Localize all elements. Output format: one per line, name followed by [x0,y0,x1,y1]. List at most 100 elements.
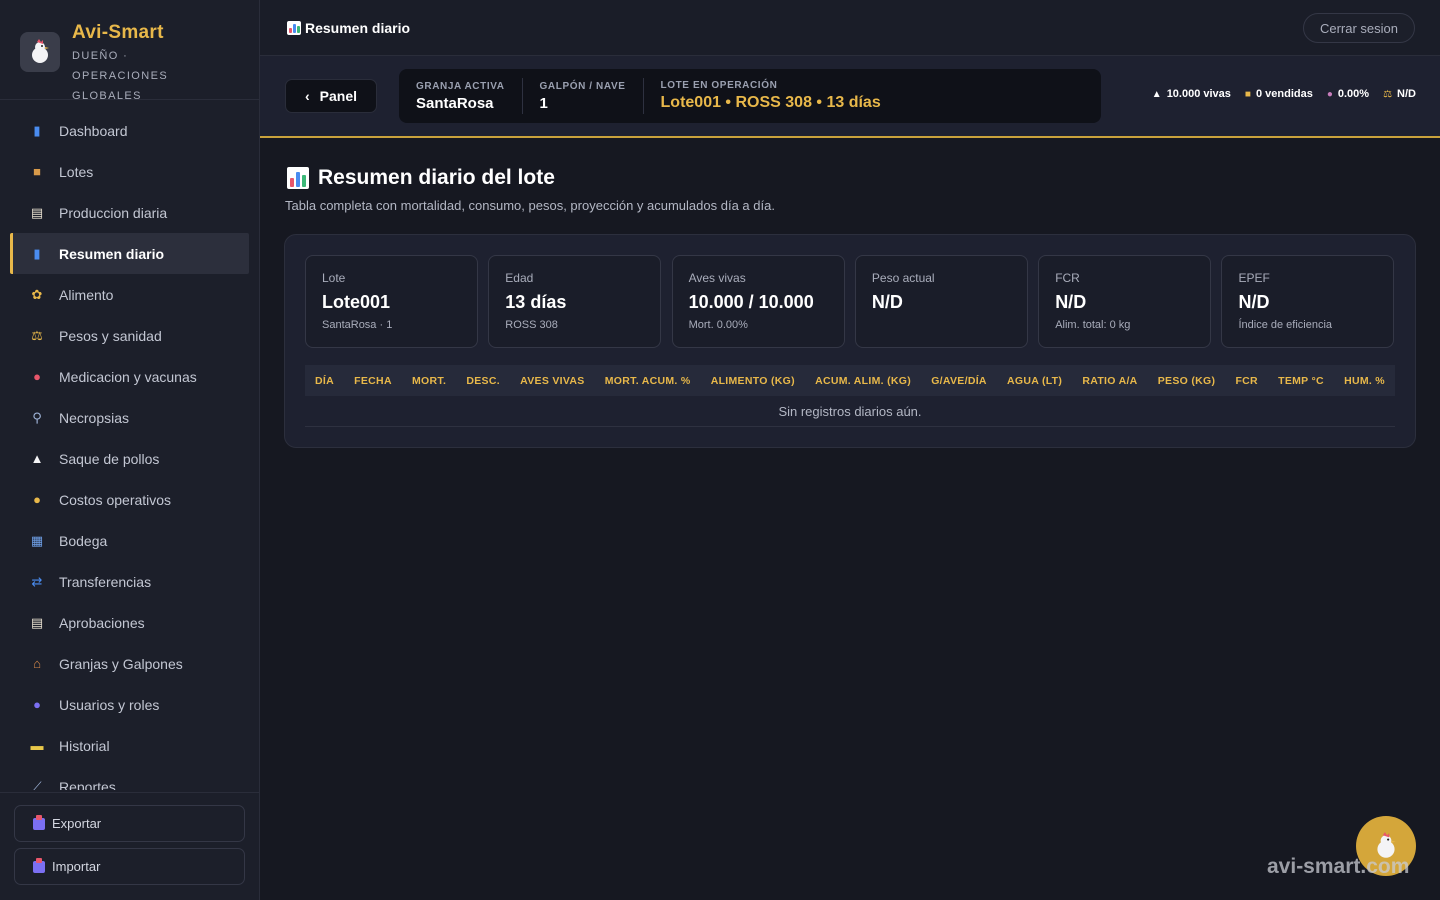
column-header[interactable]: MORT. [412,375,446,387]
sidebar-item-label: Necropsias [59,409,130,426]
kpi-card-fcr: FCR N/D Alim. total: 0 kg [1038,255,1212,348]
sidebar-item-bodega[interactable]: ▦ Bodega [10,520,249,561]
box-icon: ■ [33,164,41,179]
sidebar-item-label: Bodega [59,532,108,549]
kpi-card-epef: EPEF N/D Índice de eficiencia [1221,255,1395,348]
sidebar-item-lotes[interactable]: ■ Lotes [10,151,249,192]
sidebar-item-produccion-diaria[interactable]: ▤ Produccion diaria [10,192,249,233]
sidebar-item-resumen-diario[interactable]: ▮ Resumen diario [10,233,249,274]
clipboard-icon: ▤ [30,204,44,220]
panel-back-button[interactable]: ‹ Panel [285,79,377,113]
line-chart-icon: ⟋ [32,778,42,791]
import-label: Importar [52,859,101,874]
sidebar-item-granjas-y-galpones[interactable]: ⌂ Granjas y Galpones [10,643,249,684]
sidebar-item-pesos-y-sanidad[interactable]: ⚖ Pesos y sanidad [10,315,249,356]
sidebar-item-aprobaciones[interactable]: ▤ Aprobaciones [10,602,249,643]
sidebar-item-label: Historial [59,737,110,754]
sidebar: Avi-Smart DUEÑO · OPERACIONES GLOBALES ▮… [0,0,260,900]
column-header[interactable]: AVES VIVAS [520,375,584,387]
sidebar-item-usuarios-y-roles[interactable]: ● Usuarios y roles [10,684,249,725]
column-header[interactable]: HUM. % [1344,375,1385,387]
sidebar-item-label: Resumen diario [59,245,165,262]
column-header[interactable]: MORT. ACUM. % [605,375,691,387]
kpi-value: N/D [871,292,903,312]
kpi-label: EPEF [1238,271,1270,285]
sidebar-item-transferencias[interactable]: ⇄ Transferencias [10,561,249,602]
column-header[interactable]: DÍA [315,375,334,387]
column-header[interactable]: DESC. [466,375,500,387]
sidebar-item-reportes[interactable]: ⟋ Reportes [10,766,249,791]
money-bag-icon: ● [33,492,41,507]
topbar: Resumen diario Cerrar sesion [260,0,1440,56]
pill-icon: ● [33,369,41,384]
active-context-card: GRANJA ACTIVA SantaRosa GALPÓN / NAVE 1 … [399,69,1101,123]
sidebar-item-label: Reportes [59,778,116,791]
active-shed: GALPÓN / NAVE 1 [523,78,644,114]
sidebar-item-medicacion-y-vacunas[interactable]: ● Medicacion y vacunas [10,356,249,397]
sidebar-item-label: Lotes [59,163,94,180]
active-farm: GRANJA ACTIVA SantaRosa [399,78,523,114]
folder-icon: ▬ [30,738,44,753]
sidebar-item-label: Produccion diaria [59,204,168,221]
column-header[interactable]: FCR [1235,375,1257,387]
column-header[interactable]: G/AVE/DÍA [931,375,987,387]
shed-value: 1 [539,94,548,112]
stat-weight: ⚖ N/D [1383,88,1416,100]
topbar-title: Resumen diario [287,20,410,36]
feather-icon: ● [1326,88,1333,100]
kpi-sub: SantaRosa · 1 [322,319,393,331]
sidebar-item-label: Pesos y sanidad [59,327,162,344]
column-header[interactable]: ACUM. ALIM. (KG) [815,375,911,387]
truck-icon: ■ [1244,88,1251,100]
kpi-sub: Alim. total: 0 kg [1055,319,1131,331]
kpi-value: 10.000 / 10.000 [688,292,814,312]
column-header[interactable]: AGUA (LT) [1007,375,1062,387]
logout-button[interactable]: Cerrar sesion [1302,13,1415,43]
sidebar-item-dashboard[interactable]: ▮ Dashboard [10,110,249,151]
sidebar-item-label: Dashboard [59,122,128,139]
brand-name: Avi-Smart [72,22,164,43]
column-header[interactable]: RATIO A/A [1082,375,1137,387]
kpi-value: N/D [1238,292,1270,312]
transfer-icon: ⇄ [31,573,43,589]
sidebar-item-label: Transferencias [59,573,152,590]
scale-icon: ⚖ [1383,88,1393,100]
active-lot: LOTE EN OPERACIÓN Lote001 • ROSS 308 • 1… [644,78,898,114]
watermark: avi-smart.com [1267,855,1410,878]
column-header[interactable]: ALIMENTO (KG) [711,375,795,387]
microscope-icon: ⚲ [32,409,42,425]
page-subtitle: Tabla completa con mortalidad, consumo, … [285,198,775,213]
corn-icon: ✿ [31,286,43,302]
bar-chart-icon [287,20,301,35]
sidebar-item-label: Granjas y Galpones [59,655,183,672]
kpi-sub: Índice de eficiencia [1238,319,1333,331]
column-header[interactable]: FECHA [354,375,392,387]
kpi-value: Lote001 [322,292,391,312]
sidebar-item-label: Saque de pollos [59,450,160,467]
stat-mortality: ● 0.00% [1327,88,1369,100]
stat-weight-value: N/D [1397,88,1416,100]
column-header[interactable]: PESO (KG) [1158,375,1216,387]
column-header[interactable]: TEMP °C [1278,375,1324,387]
stat-alive-value: 10.000 vivas [1166,88,1231,100]
chicken-icon: ▲ [1151,88,1162,100]
export-button[interactable]: Exportar [14,805,245,842]
sidebar-item-necropsias[interactable]: ⚲ Necropsias [10,397,249,438]
brand: Avi-Smart DUEÑO · OPERACIONES GLOBALES [0,0,259,102]
sidebar-item-historial[interactable]: ▬ Historial [10,725,249,766]
import-button[interactable]: Importar [14,848,245,885]
lot-value: Lote001 • ROSS 308 • 13 días [660,94,881,111]
scale-icon: ⚖ [31,327,43,343]
kpi-row: Lote Lote001 SantaRosa · 1 Edad 13 días ROSS … [305,255,1395,348]
sidebar-item-alimento[interactable]: ✿ Alimento [10,274,249,315]
chicken-logo-icon [20,32,60,72]
lot-stats: ▲ 10.000 vivas ■ 0 vendidas ● 0.00% ⚖ N/… [1138,88,1416,100]
topbar-title-text: Resumen diario [305,19,411,36]
kpi-sub: ROSS 308 [505,319,558,331]
kpi-card-peso-actual: Peso actual N/D [854,255,1028,348]
daily-summary-table: DÍA FECHA MORT. DESC. AVES VIVAS MORT. ACUM. … [305,365,1395,427]
sidebar-item-costos-operativos[interactable]: ● Costos operativos [10,479,249,520]
sidebar-item-saque-de-pollos[interactable]: ▲ Saque de pollos [10,438,249,479]
kpi-label: FCR [1055,271,1080,285]
kpi-label: Edad [505,271,534,285]
